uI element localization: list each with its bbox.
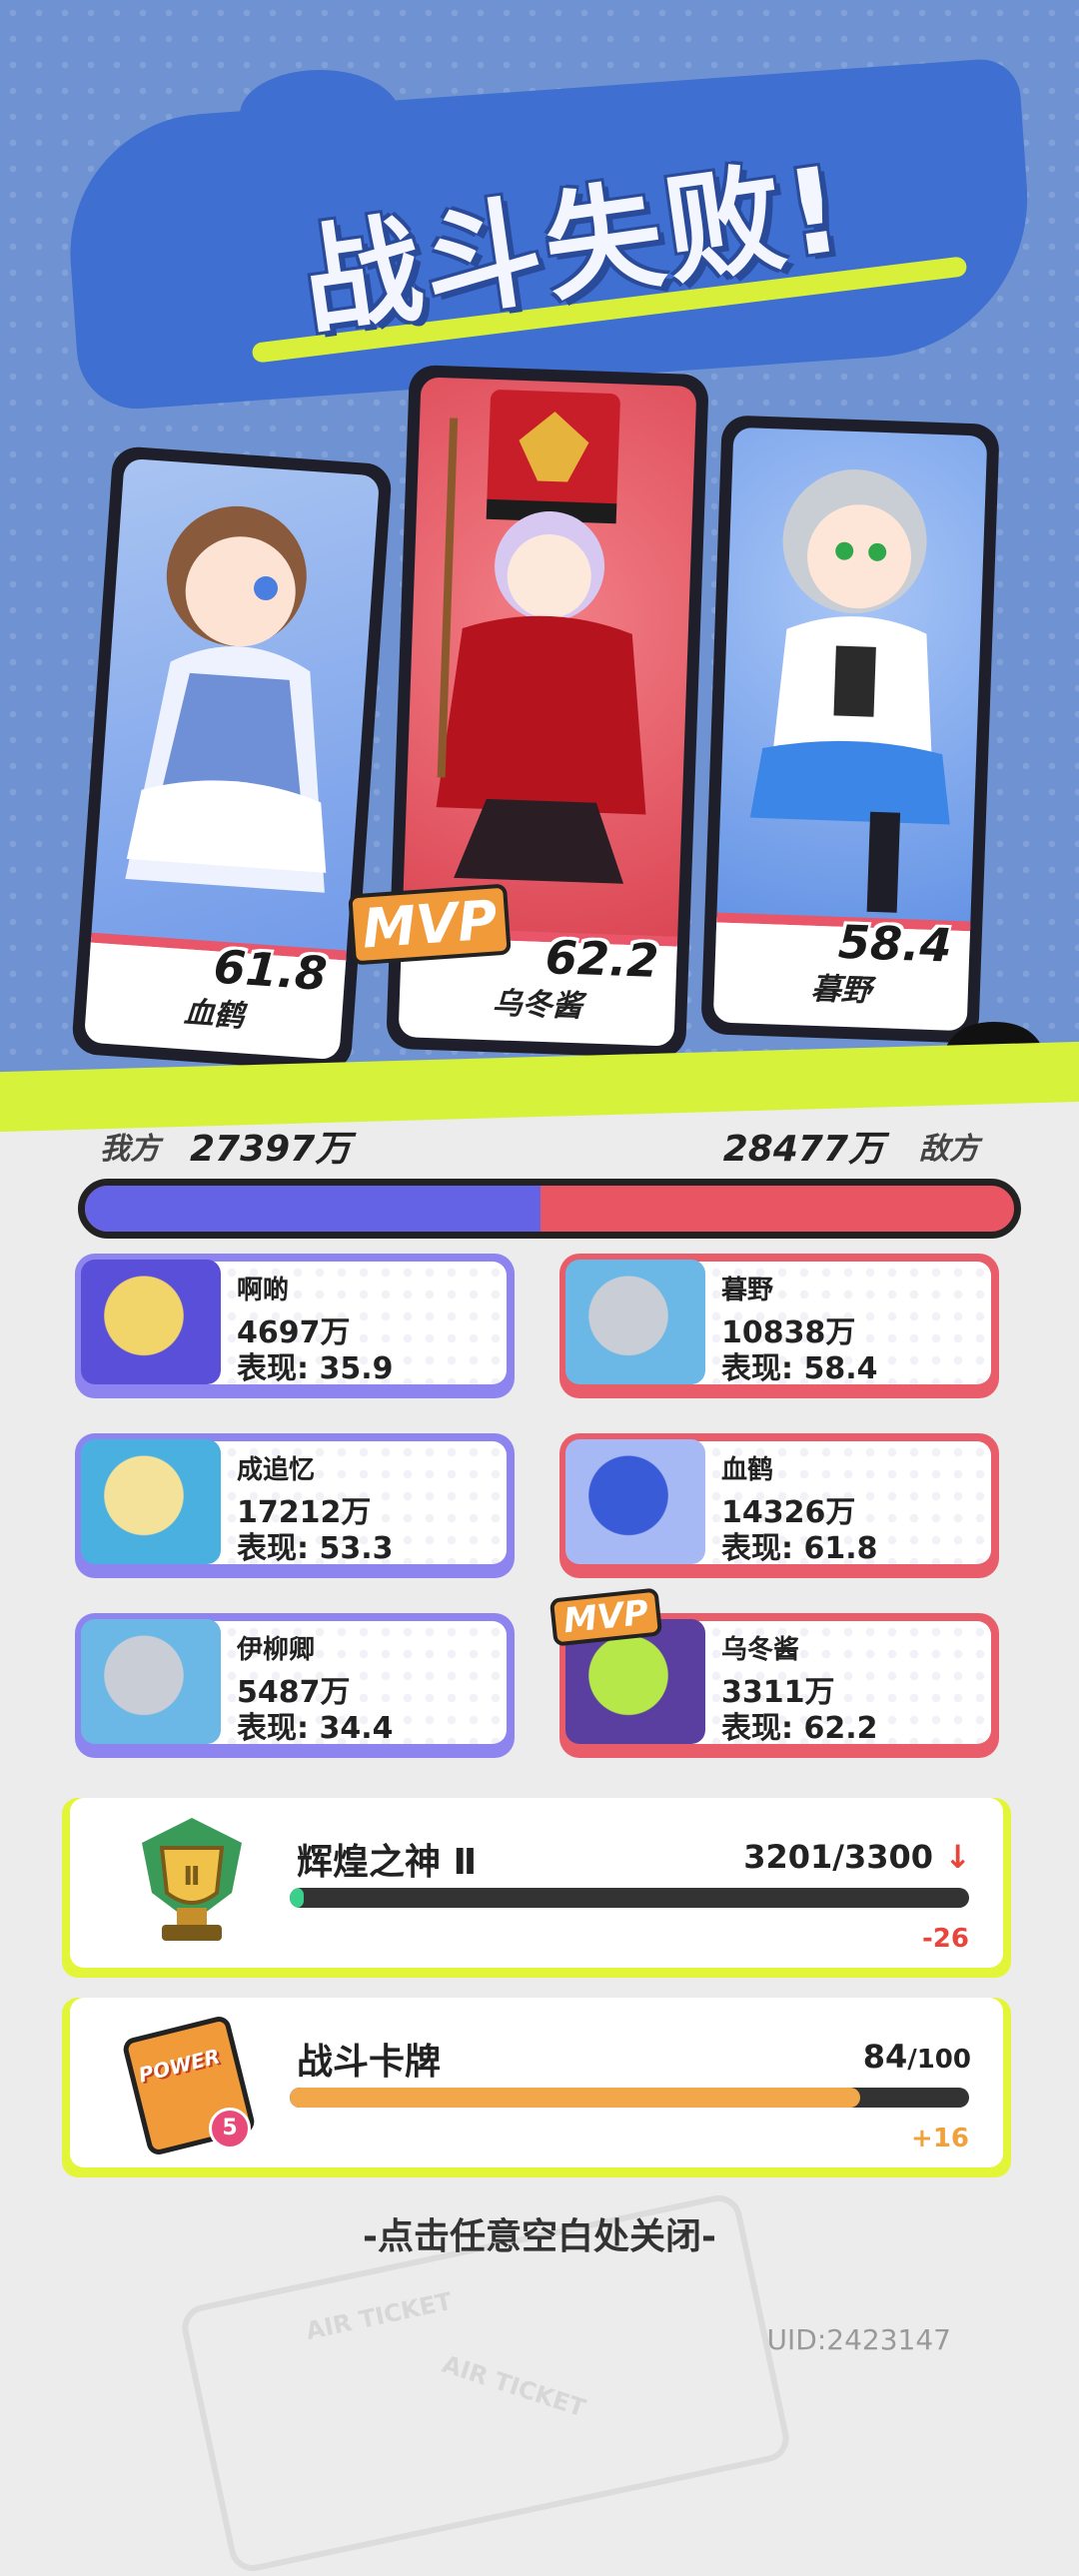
player-performance: 表现: 35.9 xyxy=(237,1351,394,1386)
hero-card-right[interactable]: 58.4 暮野 xyxy=(700,415,1000,1044)
card-delta: +16 xyxy=(911,2124,969,2153)
mvp-badge: MVP xyxy=(348,883,512,966)
my-team-label: 我方 xyxy=(100,1132,160,1167)
player-avatar xyxy=(81,1439,221,1564)
rank-progress-fill xyxy=(290,1888,304,1908)
card-points-current: 84 xyxy=(862,2038,908,2076)
card-progress-track xyxy=(290,2088,969,2108)
result-banner: 战斗失败! 61.8 血鹤 62.2 乌冬酱 MVP 58.4 暮野 xyxy=(0,0,1079,1089)
battle-card-points: 84/100 xyxy=(863,2038,971,2076)
player-avatar xyxy=(81,1619,221,1744)
card-progress-fill xyxy=(290,2088,861,2108)
player-card-right[interactable]: 乌冬酱 3311万 表现: 62.2 MVP xyxy=(548,1587,999,1758)
power-card-icon: POWER 5 xyxy=(121,2014,257,2157)
player-card-left[interactable]: 啊啲 4697万 表现: 35.9 xyxy=(75,1254,515,1398)
player-avatar xyxy=(81,1260,221,1384)
rank-progress-track xyxy=(290,1888,969,1908)
trophy-icon: Ⅱ xyxy=(142,1818,242,1941)
close-hint[interactable]: -点击任意空白处关闭- xyxy=(0,2207,1079,2259)
player-name: 乌冬酱 xyxy=(721,1635,800,1665)
rank-points-value: 3201/3300 xyxy=(743,1838,934,1876)
hero-art-muye xyxy=(749,469,950,913)
hero-card-mvp[interactable]: 62.2 乌冬酱 MVP xyxy=(348,364,709,1060)
team-totals: 我方 27397万 28477万 敌方 xyxy=(100,1124,979,1174)
card-count-badge: 5 xyxy=(209,2108,251,2149)
player-performance: 表现: 58.4 xyxy=(721,1351,878,1386)
player-avatar xyxy=(565,1260,705,1384)
hero-art-wudongjiang xyxy=(436,390,646,884)
battle-card-title: 战斗卡牌 xyxy=(297,2042,442,2083)
player-name: 血鹤 xyxy=(721,1455,774,1485)
title-splash-blob xyxy=(240,70,400,160)
arrow-down-icon: ↓ xyxy=(944,1838,971,1876)
rank-points: 3201/3300 ↓ xyxy=(743,1838,971,1876)
card-points-max: /100 xyxy=(907,2045,971,2075)
player-avatar xyxy=(565,1439,705,1564)
player-name: 伊柳卿 xyxy=(237,1635,316,1665)
user-id: UID:2423147 xyxy=(766,2323,951,2356)
hero-art-xuehe xyxy=(125,505,327,893)
my-team-total: 27397万 xyxy=(190,1129,352,1170)
hero-card-left[interactable]: 61.8 血鹤 xyxy=(71,444,393,1074)
hero-score: 62.2 xyxy=(543,930,660,989)
player-name: 成追忆 xyxy=(237,1455,316,1485)
player-name: 啊啲 xyxy=(237,1276,290,1305)
player-card-right[interactable]: 暮野 10838万 表现: 58.4 xyxy=(559,1254,999,1398)
battle-card-panel: POWER 5 战斗卡牌 84/100 +16 xyxy=(62,1998,1011,2177)
player-name: 暮野 xyxy=(721,1276,774,1305)
player-card-right[interactable]: 血鹤 14326万 表现: 61.8 xyxy=(559,1433,999,1578)
player-card-left[interactable]: 伊柳卿 5487万 表现: 34.4 xyxy=(75,1613,515,1758)
rank-title: 辉煌之神 Ⅱ xyxy=(297,1842,478,1883)
enemy-team-label: 敌方 xyxy=(919,1132,979,1167)
hero-score: 58.4 xyxy=(837,914,953,973)
player-performance: 表现: 61.8 xyxy=(721,1531,878,1566)
rank-delta: -26 xyxy=(922,1924,969,1954)
player-performance: 表现: 34.4 xyxy=(237,1711,394,1746)
team-damage-bar xyxy=(78,1179,1021,1239)
player-performance: 表现: 53.3 xyxy=(237,1531,394,1566)
player-performance: 表现: 62.2 xyxy=(721,1711,878,1746)
enemy-team-total: 28477万 xyxy=(722,1129,884,1170)
player-card-left[interactable]: 成追忆 17212万 表现: 53.3 xyxy=(75,1433,515,1578)
rank-badge-text: Ⅱ xyxy=(183,1862,200,1892)
rank-panel: Ⅱ 辉煌之神 Ⅱ 3201/3300 ↓ -26 xyxy=(62,1798,1011,1978)
my-team-share xyxy=(85,1186,540,1232)
